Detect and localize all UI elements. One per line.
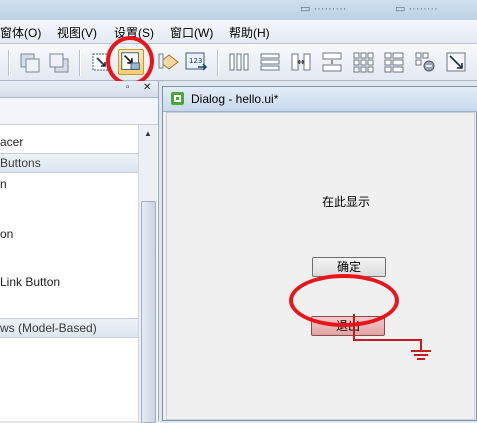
adjust-size-icon[interactable] — [443, 49, 469, 75]
list-item[interactable]: on — [0, 224, 13, 244]
background-window-tab[interactable]: ▭ ········· — [300, 2, 346, 18]
layout-horizontal-splitter-icon[interactable] — [288, 49, 314, 75]
connection-line — [420, 339, 422, 350]
widget-box-dock: ▫ ✕ acer Buttons n on Link Button ws (Mo… — [0, 81, 159, 423]
list-category[interactable]: Buttons — [0, 153, 138, 173]
break-layout-icon[interactable] — [412, 49, 438, 75]
menu-help[interactable]: 帮助(H) — [229, 24, 270, 41]
toolbar-separator — [8, 50, 10, 76]
list-category[interactable]: ws (Model-Based) — [0, 318, 138, 338]
connection-line — [353, 314, 355, 340]
toolbar-separator — [79, 50, 81, 76]
form-toolbar: 123 — [0, 44, 477, 81]
vertical-scrollbar[interactable]: ▲ — [138, 125, 157, 423]
menu-view[interactable]: 视图(V) — [57, 24, 97, 41]
scroll-up-icon[interactable]: ▲ — [139, 125, 157, 143]
scrollbar-thumb[interactable] — [141, 201, 156, 423]
send-to-back-icon[interactable] — [46, 49, 72, 75]
ground-symbol — [411, 350, 431, 352]
dock-title-bar: ▫ ✕ — [0, 81, 158, 98]
window-tab-strip: ▭ ········· ▭ ········ — [0, 0, 477, 20]
dock-float-icon[interactable]: ▫ — [126, 82, 130, 93]
layout-horizontal-icon[interactable] — [226, 49, 252, 75]
annotation-oval — [289, 274, 399, 327]
bring-to-front-icon[interactable] — [17, 49, 43, 75]
menu-form[interactable]: 窗体(O) — [0, 24, 41, 41]
edit-tab-order-icon[interactable]: 123 — [183, 49, 209, 75]
annotation-circle — [106, 36, 154, 86]
dialog-title-bar[interactable]: Dialog - hello.ui* — [163, 87, 477, 112]
menu-bar: 窗体(O) 视图(V) 设置(S) 窗口(W) 帮助(H) — [0, 20, 477, 44]
layout-vertical-icon[interactable] — [257, 49, 283, 75]
qt-designer-icon — [171, 92, 184, 105]
toolbar-separator — [217, 50, 219, 76]
edit-buddies-icon[interactable] — [156, 49, 182, 75]
layout-grid-icon[interactable] — [350, 49, 376, 75]
background-window-tab[interactable]: ▭ ········ — [395, 2, 438, 18]
list-item[interactable]: Link Button — [0, 272, 60, 292]
dialog-title: Dialog - hello.ui* — [191, 92, 279, 106]
filter-area[interactable] — [0, 98, 158, 125]
list-item[interactable]: n — [0, 174, 7, 194]
widget-list: acer Buttons n on Link Button ws (Model-… — [0, 125, 138, 421]
layout-vertical-splitter-icon[interactable] — [319, 49, 345, 75]
layout-form-icon[interactable] — [381, 49, 407, 75]
connection-line — [353, 339, 421, 341]
ground-symbol — [414, 354, 428, 356]
svg-text:123: 123 — [189, 57, 202, 65]
list-item[interactable]: acer — [0, 132, 23, 152]
dialog-form-window: Dialog - hello.ui* 在此显示 确定 退出 — [162, 86, 477, 421]
menu-window[interactable]: 窗口(W) — [170, 24, 213, 41]
close-icon[interactable]: ✕ — [143, 82, 151, 93]
ground-symbol — [417, 358, 425, 360]
dialog-canvas[interactable]: 在此显示 确定 退出 — [166, 112, 475, 420]
display-label[interactable]: 在此显示 — [322, 193, 370, 210]
